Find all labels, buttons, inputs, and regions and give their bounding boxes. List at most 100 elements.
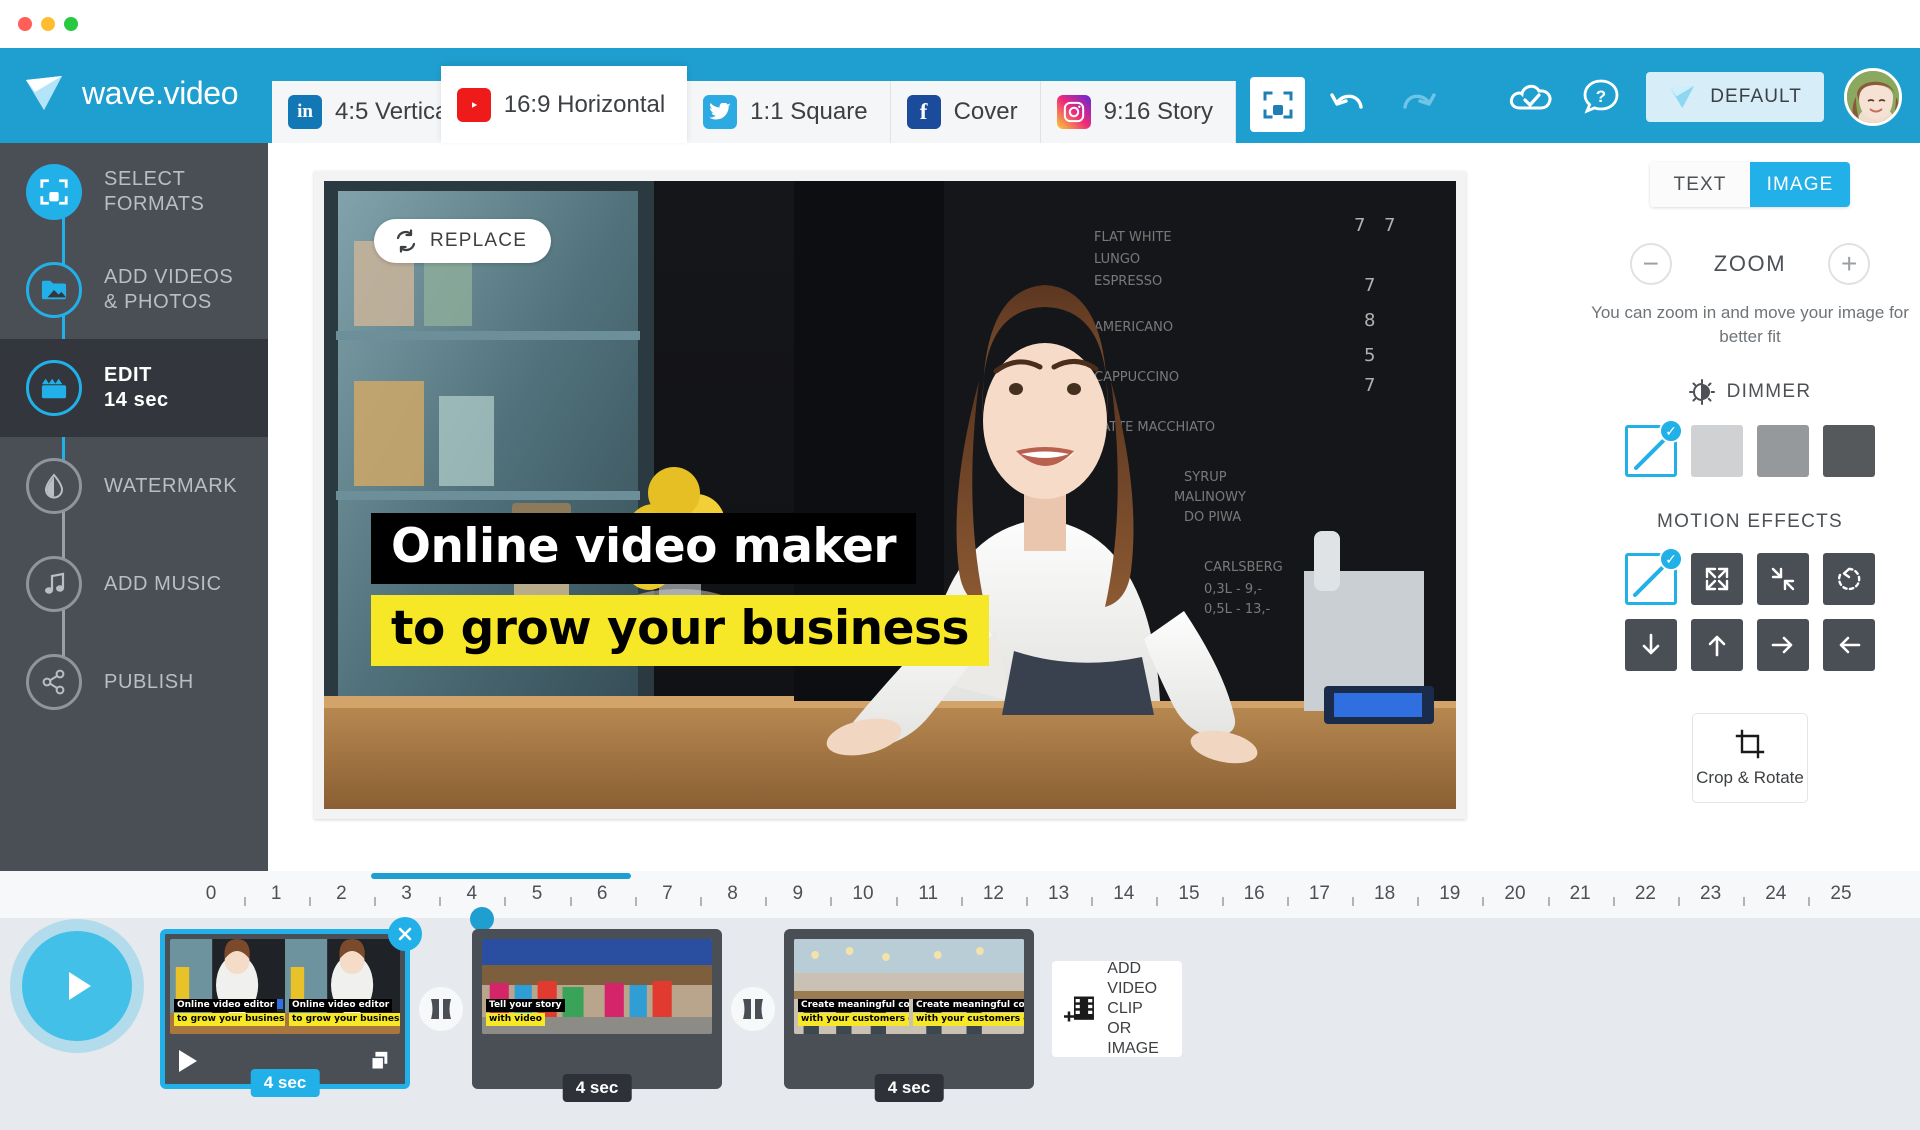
panel-tab-group: TEXT IMAGE [1650,162,1850,207]
tab-youtube-16-9-horizontal[interactable]: 16:9 Horizontal [440,66,688,143]
ruler-label: 20 [1504,883,1526,904]
motion-effect-pan-left[interactable] [1823,619,1875,671]
svg-text:7: 7 [1364,375,1375,396]
dimmer-swatch-light[interactable] [1691,425,1743,477]
sidebar-edit-duration: 14 sec [104,389,169,411]
share-icon [26,654,82,710]
timeline-ruler[interactable]: 0 1 2 3 4 5 6 7 8 9 10 11 12 13 14 15 16 17 18 19 20 21 22 23 24… [160,871,1920,918]
tab-label: 4:5 Vertical [335,98,454,125]
sidebar-item-label: ADD VIDEOS & PHOTOS [104,265,233,315]
clip-track: Online video editor to grow your busines… [160,917,1182,1102]
sidebar-item-publish[interactable]: PUBLISH [0,633,268,731]
clip-caption-1: Create meaningful connections [798,998,909,1012]
clip-play-button[interactable] [179,1050,197,1072]
clip-thumb: Online video editor to grow your busines… [285,939,400,1034]
sidebar-item-watermark[interactable]: WATERMARK [0,437,268,535]
ruler-label: 24 [1765,883,1787,904]
preview-play-button[interactable] [10,919,144,1053]
formats-icon [1263,91,1293,118]
editor-stage: FLAT WHITE LUNGO ESPRESSO AMERICANO CAPPUC… [268,143,1580,871]
tab-instagram-9-16-story[interactable]: 9:16 Story [1040,81,1237,143]
cloud-saved-button[interactable] [1504,70,1558,124]
clip-caption-2: with video [486,1012,545,1026]
dimmer-section-title: DIMMER [1580,379,1920,405]
sidebar-item-label: ADD MUSIC [104,572,222,597]
motion-effect-zoom-out[interactable] [1691,553,1743,605]
close-window-button[interactable] [18,17,32,31]
tab-image[interactable]: IMAGE [1750,162,1850,207]
maximize-window-button[interactable] [64,17,78,31]
motion-effects-label: MOTION EFFECTS [1656,511,1844,532]
crop-and-rotate-button[interactable]: Crop & Rotate [1692,713,1808,803]
avatar[interactable] [1844,68,1902,126]
sidebar-item-select-formats[interactable]: SELECT FORMATS [0,143,268,241]
svg-text:5: 5 [1364,345,1375,366]
crop-label: Crop & Rotate [1696,767,1804,787]
undo-button[interactable] [1321,78,1375,132]
select-formats-button[interactable] [1250,77,1306,132]
default-button-label: DEFAULT [1710,86,1802,107]
motion-effect-zoom-in[interactable] [1757,553,1809,605]
svg-text:ESPRESSO: ESPRESSO [1094,274,1162,289]
replace-image-button[interactable]: REPLACE [374,219,552,263]
tab-text[interactable]: TEXT [1650,162,1750,207]
svg-text:?: ? [1596,87,1606,106]
timeline-ruler-bar: 0 1 2 3 4 5 6 7 8 9 10 11 12 13 14 15 16 17 18 19 20 21 22 23 24… [0,871,1920,931]
facebook-icon: f [906,95,941,129]
timeline-clip-1[interactable]: Online video editor to grow your busines… [160,917,422,1097]
ruler-label: 1 [270,883,282,904]
sidebar-item-add-videos-photos[interactable]: ADD VIDEOS & PHOTOS [0,241,268,339]
timeline-clip-2[interactable]: Tell your story with video 4 sec [472,929,722,1102]
motion-effect-pan-right[interactable] [1757,619,1809,671]
svg-text:7: 7 [1354,215,1365,236]
film-plus-icon [1064,996,1094,1022]
brightness-icon [1688,379,1715,405]
tab-twitter-1-1-square[interactable]: 1:1 Square [687,81,891,143]
dimmer-swatch-dark[interactable] [1823,425,1875,477]
caption-line-1[interactable]: Online video maker [371,513,916,584]
timeline-clip-3[interactable]: Create meaningful connections with your … [784,929,1034,1102]
dimmer-swatch-none[interactable]: ✓ [1625,419,1683,477]
redo-icon [1403,92,1436,109]
sidebar-item-label: PUBLISH [104,670,194,695]
dimmer-swatch-medium[interactable] [1757,425,1809,477]
brand-logo[interactable]: wave.video [22,70,239,116]
zoom-in-button[interactable]: + [1828,243,1871,285]
ruler-tick [1417,897,1420,906]
motion-effect-rotate[interactable] [1823,553,1875,605]
delete-clip-button[interactable] [388,917,422,951]
motion-effect-pan-up[interactable] [1691,619,1743,671]
arrow-right-icon [1771,636,1793,654]
transition-2[interactable] [722,929,784,1089]
ruler-label: 25 [1830,883,1852,904]
add-clip-label: ADD VIDEO CLIP OR IMAGE [1107,959,1182,1059]
video-preview[interactable]: FLAT WHITE LUNGO ESPRESSO AMERICANO CAPPUC… [324,181,1456,809]
caption-line-2[interactable]: to grow your business [371,595,989,666]
sidebar-label-line1: ADD MUSIC [104,572,222,595]
sidebar-label-line2: & PHOTOS [104,291,212,313]
zoom-out-button[interactable]: − [1629,243,1672,285]
tab-label: 9:16 Story [1103,98,1214,125]
sidebar-item-edit[interactable]: EDIT 14 sec [0,339,294,437]
ruler-label: 12 [982,883,1004,904]
app-header: wave.video in 4:5 Vertical 16:9 Horizont… [0,48,1920,143]
motion-effect-pan-down[interactable] [1625,619,1677,671]
minimize-window-button[interactable] [41,17,55,31]
transition-1[interactable] [410,929,472,1089]
selected-check-icon: ✓ [1659,547,1683,571]
ruler-tick [243,897,246,906]
redo-button[interactable] [1391,78,1445,132]
ruler-label: 2 [336,883,347,904]
duplicate-icon[interactable] [369,1050,391,1072]
ruler-tick [830,897,833,906]
instagram-icon [1056,95,1091,129]
add-clip-line1: ADD [1107,960,1142,977]
help-button[interactable]: ? [1574,70,1628,124]
add-video-clip-or-image-button[interactable]: ADD VIDEO CLIP OR IMAGE [1052,959,1182,1059]
motion-effect-none[interactable]: ✓ [1625,547,1683,605]
tab-facebook-cover[interactable]: f Cover [890,81,1041,143]
default-brand-button[interactable]: DEFAULT [1646,72,1824,122]
sidebar-item-add-music[interactable]: ADD MUSIC [0,535,268,633]
clip-thumb: Create meaningful connections with your … [909,939,1024,1034]
ruler-tick [439,897,442,906]
